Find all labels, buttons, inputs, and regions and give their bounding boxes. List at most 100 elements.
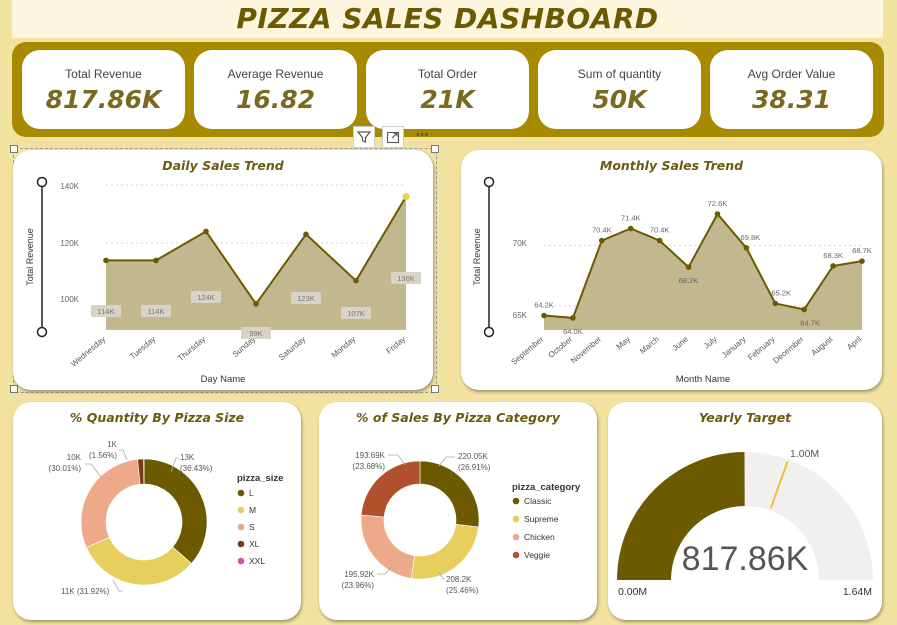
- legend-marker: [512, 533, 520, 541]
- x-tick-label: December: [771, 334, 805, 365]
- data-point[interactable]: [103, 257, 109, 264]
- data-point[interactable]: [203, 228, 209, 235]
- data-label: 13K: [180, 453, 195, 462]
- data-label: 1K: [107, 440, 117, 449]
- legend-marker: [237, 506, 245, 514]
- data-label: 11K (31.92%): [61, 587, 110, 596]
- legend-title: pizza_size: [237, 473, 283, 484]
- data-label: 70.4K: [592, 226, 612, 235]
- range-slider-handle[interactable]: [36, 176, 48, 188]
- donut-slice[interactable]: [360, 514, 416, 579]
- data-point[interactable]: [541, 312, 547, 319]
- x-tick-label: Thursday: [176, 335, 207, 363]
- data-label: 70.4K: [650, 226, 670, 235]
- x-tick-label: October: [547, 334, 575, 359]
- y-tick-label: 120K: [60, 239, 79, 248]
- data-point[interactable]: [353, 277, 359, 284]
- daily-sales-trend-card[interactable]: Daily Sales Trend Total Revenue Day Name…: [13, 150, 433, 390]
- data-label: 71.4K: [621, 214, 641, 223]
- data-label: 69.8K: [741, 233, 761, 242]
- data-point[interactable]: [801, 306, 807, 313]
- sales-by-category-card[interactable]: % of Sales By Pizza Category 220.05K (26.…: [319, 402, 597, 620]
- kpi-card-average-revenue[interactable]: Average Revenue 16.82: [194, 50, 357, 129]
- data-label: (25.46%): [446, 586, 479, 595]
- legend-title: pizza_category: [512, 482, 581, 493]
- kpi-card-total-revenue[interactable]: Total Revenue 817.86K: [22, 50, 185, 129]
- data-label: 72.6K: [708, 199, 728, 208]
- daily-sales-chart: Total Revenue Day Name 140K 120K 100K We…: [25, 176, 421, 385]
- x-tick-label: Saturday: [277, 335, 307, 362]
- kpi-label: Total Order: [417, 67, 478, 81]
- visual-header-toolbar: ⋯: [353, 126, 435, 148]
- legend-item: XXL: [249, 556, 265, 566]
- leader-line: [112, 579, 123, 592]
- monthly-sales-chart: Total Revenue Month Name 70K 65K Septemb…: [472, 176, 872, 385]
- gauge-target-label: 1.00M: [790, 448, 819, 460]
- yearly-target-card[interactable]: Yearly Target 817.86K 1.00M 0.00M 1.64M: [608, 402, 882, 620]
- data-point[interactable]: [830, 263, 836, 269]
- data-point[interactable]: [656, 237, 663, 244]
- leader-line: [85, 463, 102, 478]
- x-tick-label: Tuesday: [128, 335, 157, 361]
- data-label: 208.2K: [446, 575, 472, 584]
- data-point[interactable]: [599, 237, 605, 244]
- data-point[interactable]: [402, 193, 410, 201]
- data-point[interactable]: [627, 225, 634, 232]
- kpi-value: 817.86K: [45, 85, 162, 114]
- data-label: 99K: [249, 329, 262, 338]
- x-tick-label: August: [810, 334, 835, 357]
- monthly-sales-trend-card[interactable]: Monthly Sales Trend Total Revenue Month …: [461, 150, 882, 390]
- data-label: (30.01%): [49, 464, 82, 473]
- filter-icon[interactable]: [353, 126, 375, 148]
- data-label: 68.7K: [852, 246, 872, 255]
- x-tick-label: Monday: [330, 335, 358, 360]
- data-point[interactable]: [685, 264, 692, 270]
- kpi-card-sum-of-quantity[interactable]: Sum of quantity 50K: [538, 50, 701, 129]
- data-label: 68.2K: [679, 276, 699, 285]
- data-point[interactable]: [570, 315, 576, 321]
- focus-mode-icon[interactable]: [382, 126, 404, 148]
- data-label: 193.69K: [355, 451, 385, 460]
- x-tick-label: January: [720, 335, 748, 360]
- dashboard-title: PIZZA SALES DASHBOARD: [236, 2, 659, 35]
- kpi-label: Sum of quantity: [577, 67, 662, 81]
- range-slider-handle[interactable]: [483, 326, 495, 338]
- y-tick-label: 140K: [60, 182, 79, 191]
- data-label: 64.0K: [563, 327, 583, 336]
- data-point[interactable]: [743, 245, 750, 251]
- data-label: 124K: [197, 293, 215, 302]
- leader-line: [438, 456, 455, 467]
- data-point[interactable]: [772, 300, 779, 307]
- range-slider-handle[interactable]: [36, 326, 48, 338]
- data-label: 10K: [67, 453, 82, 462]
- x-tick-label: July: [702, 335, 719, 351]
- kpi-label: Total Revenue: [65, 67, 142, 81]
- data-label: 64.2K: [534, 301, 554, 310]
- kpi-value: 38.31: [751, 85, 832, 114]
- data-point[interactable]: [303, 231, 309, 238]
- kpi-card-total-order[interactable]: Total Order 21K: [366, 50, 529, 129]
- legend-marker: [512, 497, 520, 505]
- donut-slice[interactable]: [143, 458, 208, 564]
- kpi-card-avg-order-value[interactable]: Avg Order Value 38.31: [710, 50, 873, 129]
- x-axis-label: Day Name: [201, 374, 246, 385]
- data-label: 136K: [397, 274, 415, 283]
- quantity-by-size-card[interactable]: % Quantity By Pizza Size 13K (36.43%) 11K …: [13, 402, 301, 620]
- data-label: 114K: [98, 307, 115, 316]
- legend-item: Classic: [524, 496, 552, 506]
- data-point[interactable]: [859, 258, 865, 264]
- legend-item: S: [249, 522, 255, 532]
- kpi-value: 16.82: [235, 85, 316, 114]
- data-label: 65.2K: [771, 288, 791, 297]
- range-slider-handle[interactable]: [483, 176, 495, 188]
- more-options-icon[interactable]: ⋯: [411, 126, 433, 148]
- x-tick-label: Wednesday: [69, 335, 107, 369]
- donut-slice[interactable]: [410, 523, 479, 580]
- x-tick-label: September: [510, 334, 546, 366]
- y-axis-label: Total Revenue: [25, 228, 35, 286]
- gauge-min-label: 0.00M: [618, 586, 647, 598]
- data-point[interactable]: [714, 211, 721, 217]
- donut-slice[interactable]: [80, 459, 141, 548]
- data-point[interactable]: [253, 301, 259, 307]
- data-point[interactable]: [153, 257, 159, 264]
